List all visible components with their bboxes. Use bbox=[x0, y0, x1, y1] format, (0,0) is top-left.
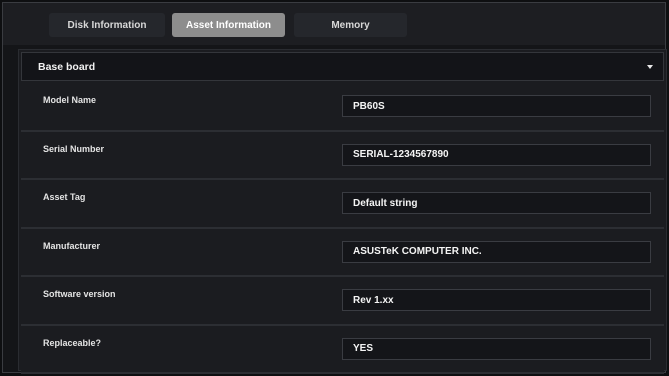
field-row-serial-number: Serial Number SERIAL-1234567890 bbox=[21, 131, 664, 180]
serial-number-value: SERIAL-1234567890 bbox=[342, 143, 651, 166]
tab-disk-information[interactable]: Disk Information bbox=[49, 13, 165, 37]
field-label: Software version bbox=[43, 289, 116, 299]
tab-asset-information[interactable]: Asset Information bbox=[172, 13, 285, 37]
app-frame: Disk Information Asset Information Memor… bbox=[2, 2, 667, 374]
caret-down-icon[interactable] bbox=[647, 65, 653, 69]
field-label: Model Name bbox=[43, 95, 97, 105]
field-label: Manufacturer bbox=[43, 240, 101, 251]
field-list: Model Name PB60S Serial Number SERIAL-12… bbox=[21, 83, 664, 374]
field-row-asset-tag: Asset Tag Default string bbox=[21, 180, 664, 229]
base-board-section-header[interactable]: Base board bbox=[21, 52, 664, 81]
base-board-panel: Base board Model Name PB60S Serial Numbe… bbox=[18, 49, 667, 374]
replaceable-value: YES bbox=[342, 337, 651, 360]
tab-memory[interactable]: Memory bbox=[294, 13, 407, 37]
field-row-replaceable: Replaceable? YES bbox=[21, 325, 664, 374]
field-label: Replaceable? bbox=[43, 337, 102, 348]
asset-tag-value: Default string bbox=[342, 192, 651, 214]
model-name-value: PB60S bbox=[342, 95, 651, 117]
software-version-value: Rev 1.xx bbox=[342, 289, 651, 311]
field-row-model-name: Model Name PB60S bbox=[21, 83, 664, 132]
field-row-manufacturer: Manufacturer ASUSTeK COMPUTER INC. bbox=[21, 228, 664, 277]
field-label: Asset Tag bbox=[43, 192, 86, 202]
field-row-software-version: Software version Rev 1.xx bbox=[21, 277, 664, 326]
manufacturer-value: ASUSTeK COMPUTER INC. bbox=[342, 240, 651, 263]
section-title: Base board bbox=[38, 60, 96, 73]
field-label: Serial Number bbox=[43, 143, 105, 154]
tab-bar: Disk Information Asset Information Memor… bbox=[3, 3, 665, 45]
